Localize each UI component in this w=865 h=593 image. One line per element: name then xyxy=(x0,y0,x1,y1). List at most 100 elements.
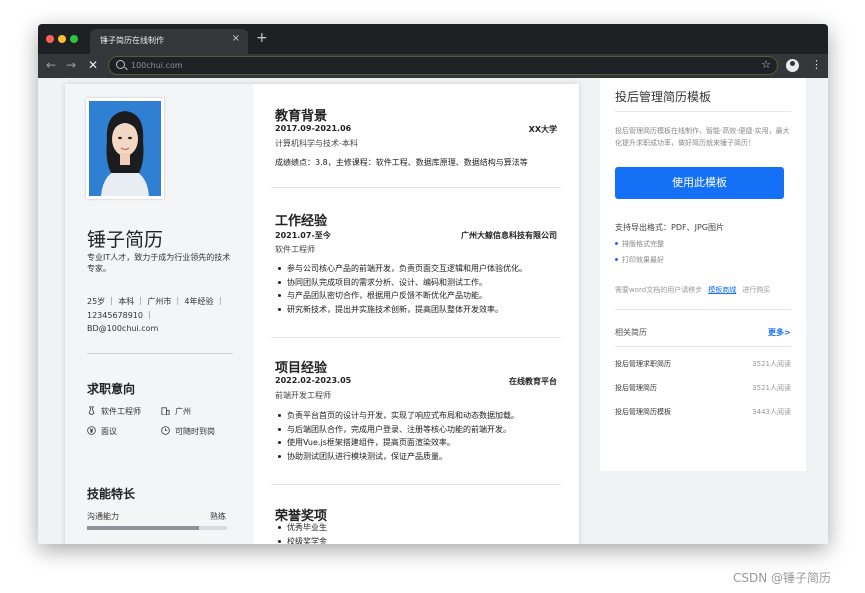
project-bullets: 负责平台首页的设计与开发，实现了响应式布局和动态数据加载。 与后端团队合作，完成… xyxy=(275,409,565,463)
divider xyxy=(615,111,791,112)
related-more-link[interactable]: 更多> xyxy=(768,327,791,338)
tab-title: 锤子简历在线制作 xyxy=(100,36,164,45)
section-divider xyxy=(271,484,561,485)
list-item: 与后端团队合作，完成用户登录、注册等核心功能的前端开发。 xyxy=(275,423,565,437)
list-item: 研究新技术，提出并实施技术创新，提高团队整体开发效率。 xyxy=(275,303,565,317)
stop-loading-button[interactable]: ✕ xyxy=(88,58,98,72)
address-bar[interactable]: 100chui.com ☆ xyxy=(108,56,778,75)
close-window-button[interactable] xyxy=(46,35,54,43)
list-item: 参与公司核心产品的前端开发，负责页面交互逻辑和用户体验优化。 xyxy=(275,262,565,276)
work-row: 2021.07-至今 广州大鲸信息科技有限公司 xyxy=(275,230,557,241)
related-item[interactable]: 投后管理求职简历 3521人阅读 xyxy=(615,359,791,369)
project-org: 在线教育平台 xyxy=(509,377,557,386)
related-item-count: 3443人阅读 xyxy=(752,408,791,416)
education-row: 2017.09-2021.06 XX大学 xyxy=(275,124,557,134)
browser-menu-icon[interactable]: ⋮ xyxy=(811,58,822,72)
new-tab-button[interactable]: + xyxy=(256,30,268,46)
list-item: 使用Vue.js框架搭建组件，提高页面渲染效率。 xyxy=(275,436,565,450)
intent-job: 软件工程师 xyxy=(87,406,141,417)
tie-icon xyxy=(88,406,95,415)
intent-availability-text: 可随时到岗 xyxy=(175,427,215,436)
back-button[interactable]: ← xyxy=(46,58,56,72)
education-period: 2017.09-2021.06 xyxy=(275,124,352,133)
currency-icon xyxy=(87,426,96,435)
work-bullets: 参与公司核心产品的前端开发，负责页面交互逻辑和用户体验优化。 协同团队完成项目的… xyxy=(275,262,565,316)
education-school: XX大学 xyxy=(528,125,557,134)
education-heading: 教育背景 xyxy=(275,109,328,124)
project-role: 前端开发工程师 xyxy=(275,391,331,400)
work-company: 广州大鲸信息科技有限公司 xyxy=(461,231,557,240)
email-text: BD@100chui.com xyxy=(87,324,159,333)
skill-name: 沟通能力 xyxy=(87,512,119,521)
bookmark-star-icon[interactable]: ☆ xyxy=(761,58,771,71)
resume-intro: 专业IT人才，致力于成为行业领先的技术专家。 xyxy=(87,253,231,273)
basic-info-line: 25岁 ｜ 本科 ｜ 广州市 ｜ 4年经验 ｜ xyxy=(87,297,225,306)
feature-item: 打印效果最好 xyxy=(615,255,664,265)
list-item: 与产品团队密切合作，根据用户反馈不断优化产品功能。 xyxy=(275,289,565,303)
browser-toolbar: ← → ✕ 100chui.com ☆ ⋮ xyxy=(38,54,828,78)
project-row: 2022.02-2023.05 在线教育平台 xyxy=(275,376,557,386)
skill-bar-fill xyxy=(87,526,199,530)
resume-preview: 锤子简历 专业IT人才，致力于成为行业领先的技术专家。 25岁 ｜ 本科 ｜ 广… xyxy=(65,84,579,544)
phone-text: 12345678910 ｜ xyxy=(87,311,154,320)
tab-bar: 锤子简历在线制作 × + xyxy=(38,24,828,54)
building-icon xyxy=(161,407,170,415)
feature-item: 排版格式完整 xyxy=(615,239,664,249)
page-content: 锤子简历 专业IT人才，致力于成为行业领先的技术专家。 25岁 ｜ 本科 ｜ 广… xyxy=(38,78,828,544)
related-item[interactable]: 投后管理简历 3521人阅读 xyxy=(615,383,791,393)
related-item[interactable]: 投后管理简历模板 3443人阅读 xyxy=(615,407,791,417)
divider xyxy=(87,353,233,354)
browser-tab[interactable]: 锤子简历在线制作 × xyxy=(90,29,248,54)
project-heading: 项目经验 xyxy=(275,361,328,376)
profile-photo xyxy=(86,98,164,199)
list-item: 校级奖学金 xyxy=(275,535,565,544)
portrait-image xyxy=(89,101,161,196)
use-template-button[interactable]: 使用此模板 xyxy=(615,167,784,199)
awards-bullets: 优秀毕业生 校级奖学金 xyxy=(275,521,565,544)
word-notice-text: 需要word文档的用户请移步 xyxy=(615,286,703,294)
list-item: 负责平台首页的设计与开发，实现了响应式布局和动态数据加载。 xyxy=(275,409,565,423)
work-heading: 工作经验 xyxy=(275,214,328,229)
related-item-count: 3521人阅读 xyxy=(752,384,791,392)
forward-button[interactable]: → xyxy=(66,58,76,72)
word-notice: 需要word文档的用户请移步 模板商城 进行购买 xyxy=(615,285,770,295)
intent-availability: 可随时到岗 xyxy=(161,426,215,437)
skill-bar xyxy=(87,526,227,530)
minimize-window-button[interactable] xyxy=(58,35,66,43)
tab-close-icon[interactable]: × xyxy=(232,33,240,44)
work-period: 2021.07-至今 xyxy=(275,231,331,240)
intent-salary: 面议 xyxy=(87,426,117,437)
education-detail: 成绩绩点：3.8，主修课程：软件工程、数据库原理、数据结构与算法等 xyxy=(275,158,528,167)
profile-avatar-icon[interactable] xyxy=(786,59,799,72)
template-description: 投后管理简历模板在线制作，智能·高效·便捷·实用，最大化提升求职成功率，做好简历… xyxy=(615,127,790,147)
related-item-count: 3521人阅读 xyxy=(752,360,791,368)
work-role: 软件工程师 xyxy=(275,245,315,254)
url-text[interactable]: 100chui.com xyxy=(131,61,183,70)
list-item: 优秀毕业生 xyxy=(275,521,565,535)
related-heading: 相关简历 xyxy=(615,328,647,337)
intent-city-text: 广州 xyxy=(175,407,191,416)
clock-icon xyxy=(161,426,170,435)
template-sidebar: 投后管理简历模板 投后管理简历模板在线制作，智能·高效·便捷·实用，最大化提升求… xyxy=(600,78,806,471)
skills-heading: 技能特长 xyxy=(87,487,136,501)
divider xyxy=(615,346,791,347)
skill-level: 熟练 xyxy=(210,512,226,521)
maximize-window-button[interactable] xyxy=(70,35,78,43)
intent-job-text: 软件工程师 xyxy=(101,407,141,416)
resume-right-column: 教育背景 2017.09-2021.06 XX大学 计算机科学与技术-本科 成绩… xyxy=(271,84,565,544)
browser-window: 锤子简历在线制作 × + ← → ✕ 100chui.com ☆ ⋮ 锤子简历 … xyxy=(38,24,828,544)
resume-name: 锤子简历 xyxy=(87,229,164,251)
intent-salary-text: 面议 xyxy=(101,427,117,436)
list-item: 协助测试团队进行模块测试，保证产品质量。 xyxy=(275,450,565,464)
word-notice-suffix: 进行购买 xyxy=(742,286,771,294)
project-period: 2022.02-2023.05 xyxy=(275,376,352,385)
related-item-title[interactable]: 投后管理简历模板 xyxy=(615,408,671,416)
template-mall-link[interactable]: 模板商城 xyxy=(708,286,736,294)
resume-left-column: 锤子简历 专业IT人才，致力于成为行业领先的技术专家。 25岁 ｜ 本科 ｜ 广… xyxy=(65,84,253,544)
related-item-title[interactable]: 投后管理求职简历 xyxy=(615,360,671,368)
intent-city: 广州 xyxy=(161,406,191,417)
related-item-title[interactable]: 投后管理简历 xyxy=(615,384,657,392)
list-item: 协同团队完成项目的需求分析、设计、编码和测试工作。 xyxy=(275,276,565,290)
export-formats: 支持导出格式：PDF、JPG图片 xyxy=(615,223,724,232)
education-major: 计算机科学与技术-本科 xyxy=(275,139,358,148)
